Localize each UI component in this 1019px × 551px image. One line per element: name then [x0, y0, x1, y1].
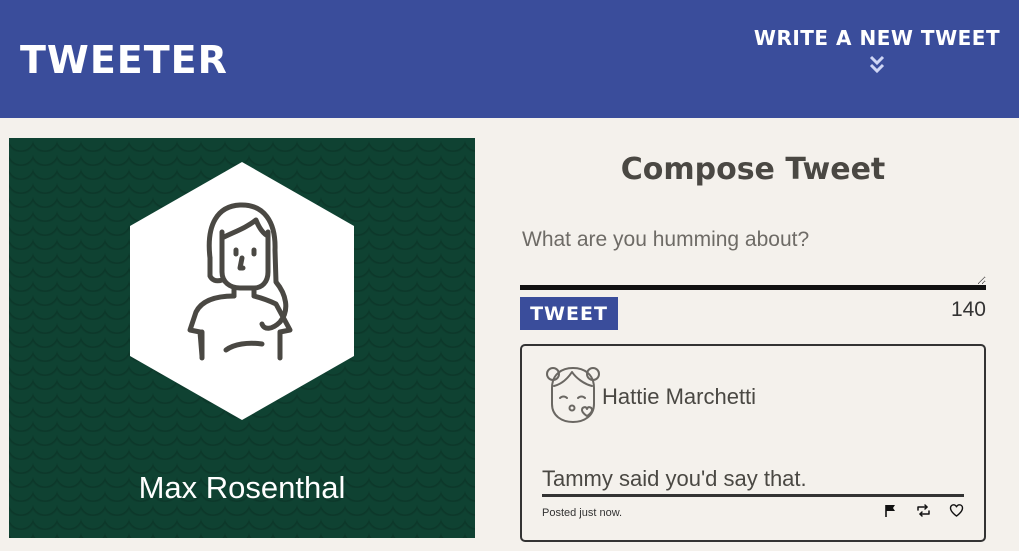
flag-icon[interactable] [883, 503, 898, 518]
double-chevron-down-icon [869, 55, 885, 74]
navbar: TWEETER WRITE A NEW TWEET [0, 0, 1019, 118]
retweet-icon[interactable] [916, 503, 931, 518]
tweet-content: Tammy said you'd say that. [542, 464, 964, 497]
tweet-actions [883, 503, 964, 518]
woman-avatar-icon [130, 162, 354, 420]
heart-icon[interactable] [949, 503, 964, 518]
character-counter: 140 [950, 298, 986, 321]
profile-panel: Max Rosenthal [9, 138, 475, 538]
write-new-tweet-label: WRITE A NEW TWEET [753, 26, 1001, 50]
kissing-girl-avatar-icon [544, 364, 602, 426]
tweet-card: Hattie Marchetti Tammy said you'd say th… [520, 344, 986, 542]
brand-logo[interactable]: TWEETER [20, 38, 228, 82]
tweet-text-input[interactable] [520, 222, 986, 290]
tweet-username: Hattie Marchetti [602, 384, 757, 409]
write-new-tweet-button[interactable]: WRITE A NEW TWEET [751, 26, 1003, 74]
tweet-button[interactable]: TWEET [520, 297, 618, 330]
tweet-timestamp: Posted just now. [542, 507, 623, 519]
compose-title: Compose Tweet [620, 152, 886, 187]
profile-name: Max Rosenthal [138, 470, 346, 505]
profile-avatar [130, 162, 354, 420]
